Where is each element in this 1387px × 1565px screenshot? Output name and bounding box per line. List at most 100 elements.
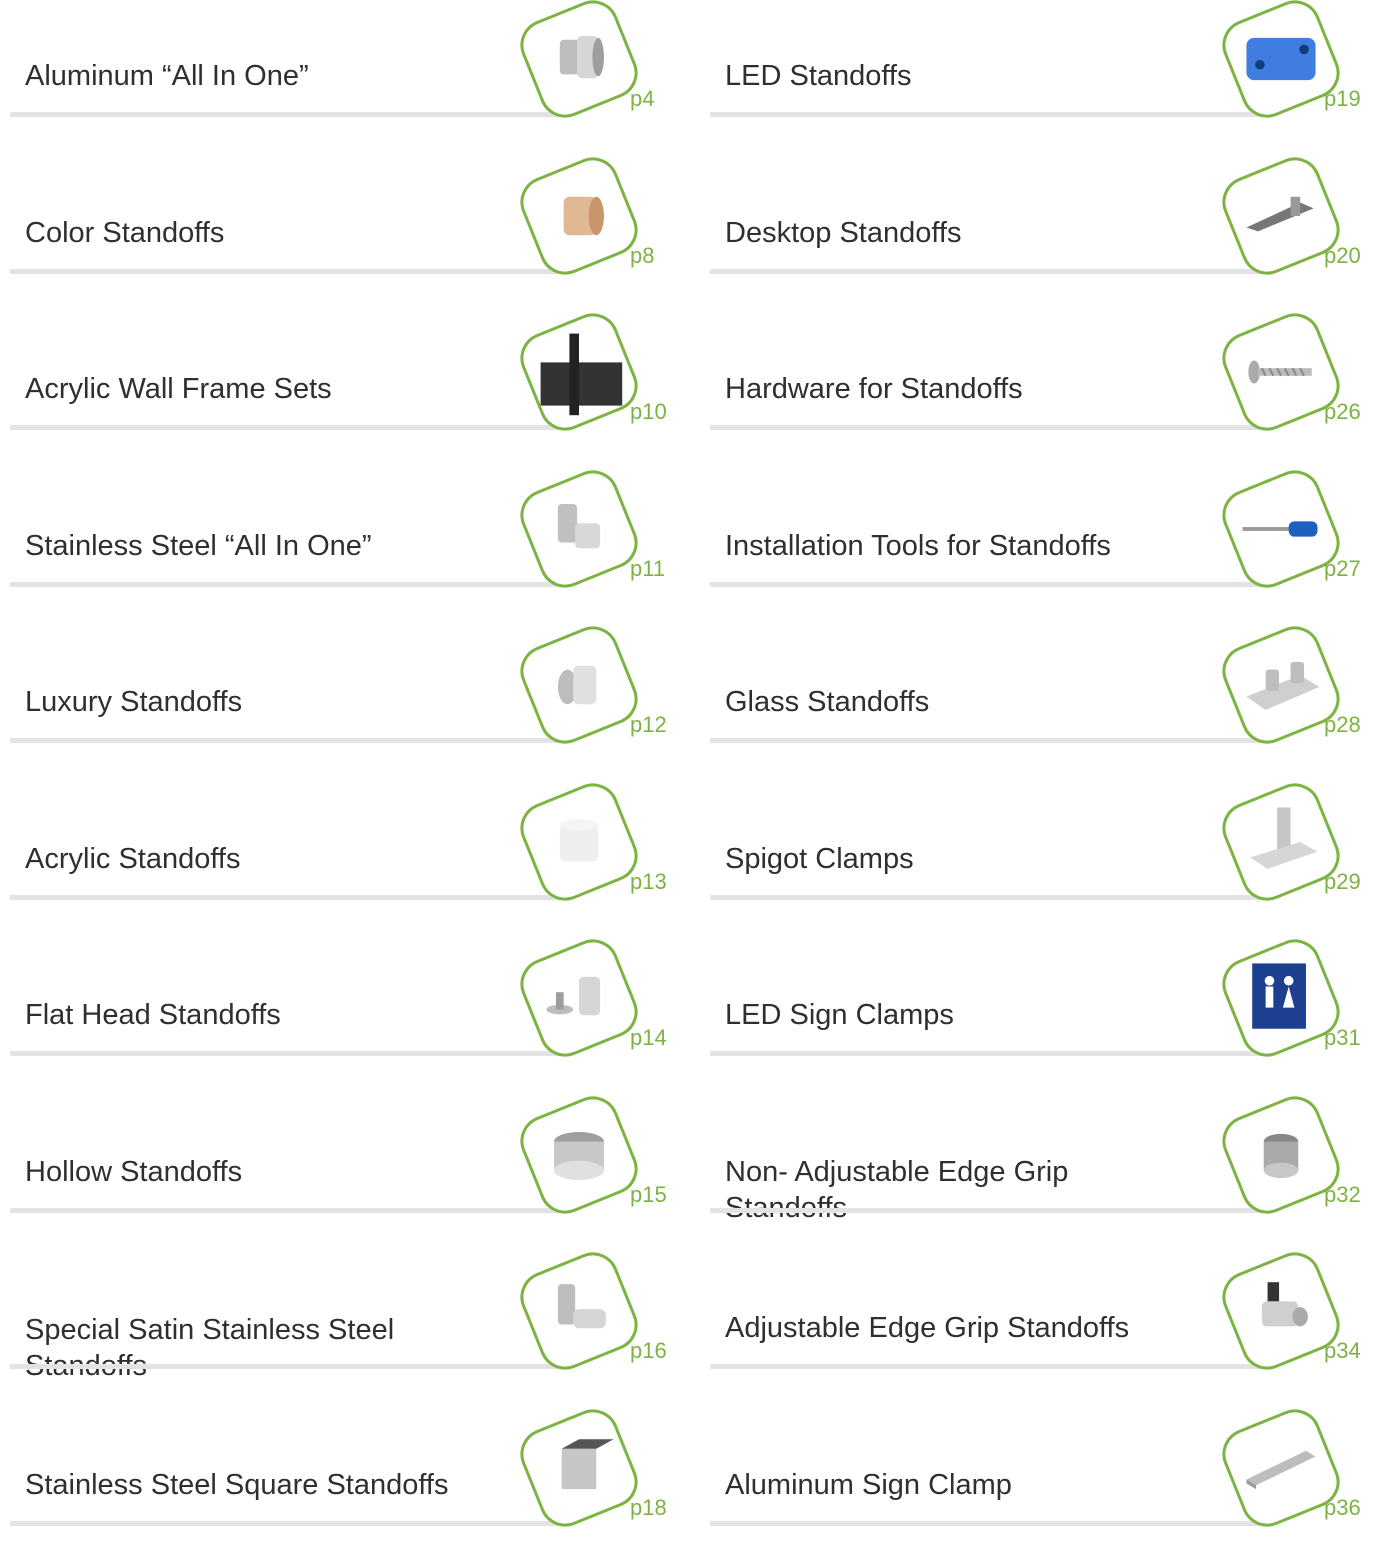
catalog-entry[interactable]: LED Sign Clamps p31 (710, 931, 1387, 1095)
divider (710, 1207, 1270, 1213)
entry-title: Stainless Steel “All In One” (25, 529, 372, 562)
divider (710, 1051, 1270, 1056)
entry-title: Desktop Standoffs (725, 216, 962, 249)
right-column: LED Standoffs p19 Desktop Standoffs p20 Hard… (710, 0, 1387, 1534)
divider (10, 581, 570, 587)
catalog-entry[interactable]: Aluminum Sign Clamp p36 (710, 1401, 1387, 1565)
divider (710, 1364, 1270, 1369)
sign-clamp-icon (1233, 1420, 1329, 1516)
page-number[interactable]: p28 (1324, 712, 1361, 738)
standoff-flathead-icon (531, 950, 627, 1046)
entry-title: Acrylic Standoffs (25, 842, 241, 875)
standoff-acrylic-icon (531, 794, 627, 890)
page-number[interactable]: p31 (1324, 1025, 1361, 1051)
page-number[interactable]: p19 (1324, 86, 1361, 112)
catalog-entry[interactable]: Acrylic Standoffs p13 (10, 775, 690, 939)
catalog-entry[interactable]: Stainless Steel Square Standoffs p18 (10, 1401, 690, 1565)
wall-frame-icon (531, 324, 627, 420)
catalog-entry[interactable]: Adjustable Edge Grip Standoffs p34 (710, 1244, 1387, 1408)
divider (710, 425, 1270, 430)
desktop-standoff-icon (1233, 168, 1329, 264)
catalog-entry[interactable]: Stainless Steel “All In One” p11 (10, 462, 690, 626)
product-thumbnail[interactable] (512, 931, 646, 1065)
standoff-satin-icon (531, 1263, 627, 1359)
page-number[interactable]: p10 (630, 399, 667, 425)
catalog-entry[interactable]: Luxury Standoffs p12 (10, 618, 690, 782)
page-number[interactable]: p15 (630, 1182, 667, 1208)
entry-title: Aluminum “All In One” (25, 60, 309, 92)
page-number[interactable]: p20 (1324, 243, 1361, 269)
divider (710, 268, 1270, 274)
product-thumbnail[interactable] (512, 149, 646, 282)
led-sign-icon (1233, 950, 1329, 1046)
catalog-entry[interactable]: Special Satin Stainless Steel Standoffs p… (10, 1244, 690, 1408)
product-thumbnail[interactable] (512, 462, 646, 595)
product-thumbnail[interactable] (512, 1244, 646, 1378)
entry-title: Non- Adjustable Edge Grip Standoffs (725, 1155, 1069, 1224)
entry-title: Special Satin Stainless Steel Standoffs (25, 1314, 395, 1382)
screw-icon (1233, 324, 1329, 420)
entry-title: LED Sign Clamps (725, 999, 954, 1031)
divider (10, 894, 570, 900)
product-thumbnail[interactable] (512, 0, 646, 126)
adjustable-edge-grip-icon (1233, 1263, 1329, 1359)
entry-title: Adjustable Edge Grip Standoffs (725, 1312, 1130, 1344)
standoff-stainless-icon (531, 481, 627, 577)
product-thumbnail[interactable] (512, 775, 646, 908)
page-number[interactable]: p29 (1324, 869, 1361, 895)
catalog-entry[interactable]: Non- Adjustable Edge Grip Standoffs p32 (710, 1088, 1387, 1252)
entry-title: Aluminum Sign Clamp (725, 1468, 1012, 1501)
entry-title: LED Standoffs (725, 60, 912, 92)
divider (10, 738, 570, 743)
product-thumbnail[interactable] (512, 1401, 646, 1534)
entry-title: Hollow Standoffs (25, 1155, 243, 1188)
entry-title: Stainless Steel Square Standoffs (25, 1468, 449, 1501)
page-number[interactable]: p32 (1324, 1182, 1361, 1208)
page-number[interactable]: p13 (630, 869, 667, 895)
catalog-entry[interactable]: Color Standoffs p8 (10, 149, 690, 313)
catalog-entry[interactable]: LED Standoffs p19 (710, 0, 1387, 156)
product-thumbnail[interactable] (512, 1088, 646, 1221)
divider (10, 268, 570, 274)
divider (10, 1051, 570, 1056)
standoff-hollow-icon (531, 1107, 627, 1203)
divider (10, 1364, 570, 1369)
divider (710, 738, 1270, 743)
page-number[interactable]: p11 (630, 556, 665, 582)
glass-standoff-icon (1233, 637, 1329, 733)
catalog-entry[interactable]: Hardware for Standoffs p26 (710, 305, 1387, 469)
catalog-entry[interactable]: Acrylic Wall Frame Sets p10 (10, 305, 690, 469)
page-number[interactable]: p8 (630, 243, 654, 269)
page-number[interactable]: p26 (1324, 399, 1361, 425)
page-number[interactable]: p14 (630, 1025, 667, 1051)
divider (710, 112, 1270, 117)
catalog-entry[interactable]: Installation Tools for Standoffs p27 (710, 462, 1387, 626)
divider (710, 894, 1270, 900)
catalog-entry[interactable]: Glass Standoffs p28 (710, 618, 1387, 782)
page-number[interactable]: p16 (630, 1338, 667, 1364)
left-column: Aluminum “All In One” p4 Color Standoffs p8… (10, 0, 690, 1534)
page-number[interactable]: p18 (630, 1495, 667, 1521)
catalog-entry[interactable]: Aluminum “All In One” p4 (10, 0, 690, 156)
standoff-color-icon (531, 168, 627, 264)
standoff-square-icon (531, 1420, 627, 1516)
divider (10, 1520, 570, 1526)
page-number[interactable]: p12 (630, 712, 667, 738)
page-number[interactable]: p34 (1324, 1338, 1361, 1364)
entry-title: Glass Standoffs (725, 686, 930, 718)
page-number[interactable]: p36 (1324, 1495, 1361, 1521)
divider (10, 112, 570, 117)
screwdriver-icon (1233, 481, 1329, 577)
page-number[interactable]: p4 (630, 86, 654, 112)
catalog-entry[interactable]: Desktop Standoffs p20 (710, 149, 1387, 313)
divider (710, 581, 1270, 587)
divider (710, 1520, 1270, 1526)
spigot-clamp-icon (1233, 794, 1329, 890)
product-thumbnail[interactable] (512, 618, 646, 752)
catalog-entry[interactable]: Spigot Clamps p29 (710, 775, 1387, 939)
product-thumbnail[interactable] (512, 305, 646, 439)
entry-title: Hardware for Standoffs (725, 373, 1023, 405)
catalog-entry[interactable]: Hollow Standoffs p15 (10, 1088, 690, 1252)
catalog-entry[interactable]: Flat Head Standoffs p14 (10, 931, 690, 1095)
page-number[interactable]: p27 (1324, 556, 1361, 582)
